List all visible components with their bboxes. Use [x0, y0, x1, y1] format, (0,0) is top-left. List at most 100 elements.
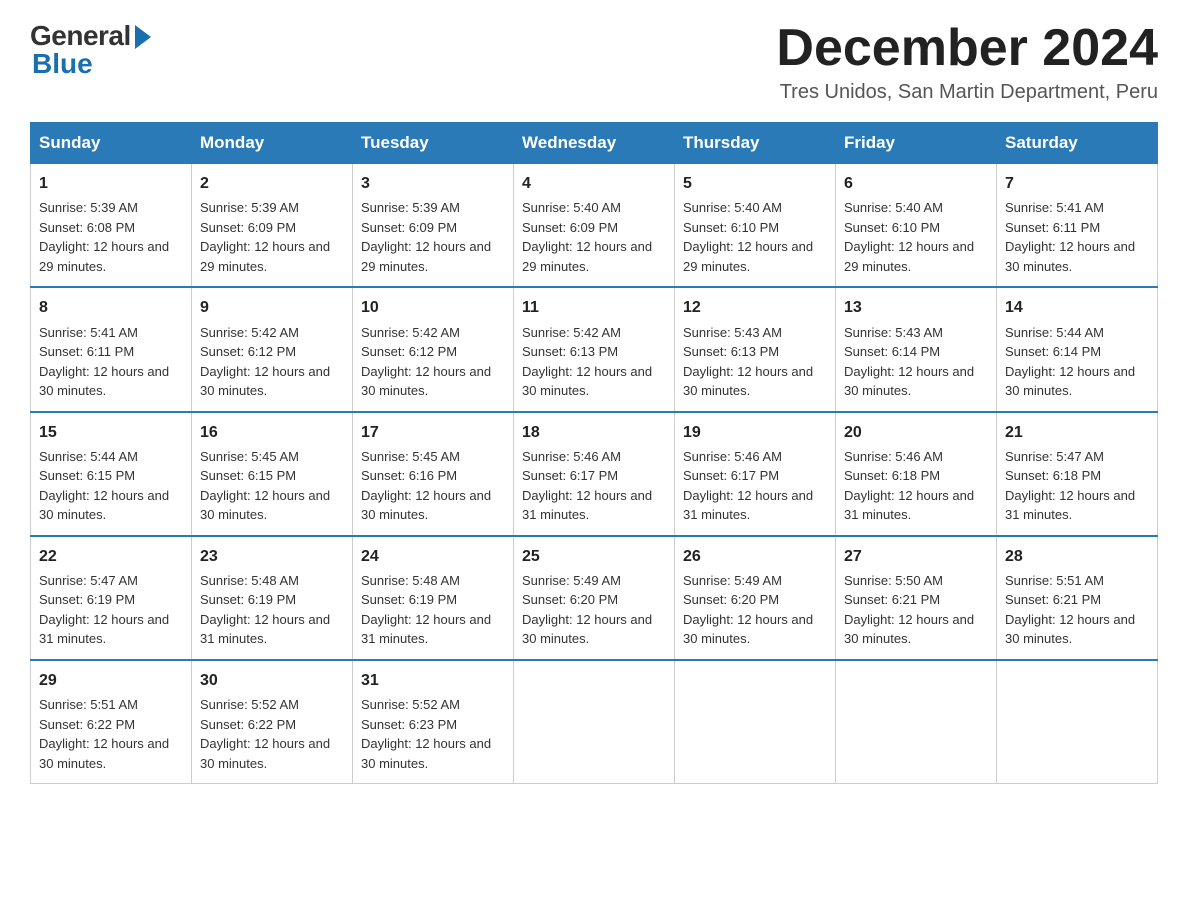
- calendar-week-row: 22Sunrise: 5:47 AMSunset: 6:19 PMDayligh…: [31, 536, 1158, 660]
- calendar-day-cell: 3 Sunrise: 5:39 AMSunset: 6:09 PMDaylight…: [353, 164, 514, 288]
- day-info: Sunrise: 5:44 AMSunset: 6:14 PMDaylight:…: [1005, 323, 1149, 401]
- day-info: Sunrise: 5:47 AMSunset: 6:18 PMDaylight:…: [1005, 447, 1149, 525]
- calendar-day-cell: 31Sunrise: 5:52 AMSunset: 6:23 PMDayligh…: [353, 660, 514, 784]
- day-number: 9: [200, 296, 344, 319]
- day-info: Sunrise: 5:49 AMSunset: 6:20 PMDaylight:…: [683, 571, 827, 649]
- calendar-day-cell: 30Sunrise: 5:52 AMSunset: 6:22 PMDayligh…: [192, 660, 353, 784]
- day-number: 16: [200, 421, 344, 444]
- calendar-day-cell: 19 Sunrise: 5:46 AMSunset: 6:17 PMDayligh…: [675, 412, 836, 536]
- day-info: Sunrise: 5:40 AMSunset: 6:09 PMDaylight:…: [522, 198, 666, 276]
- header-tuesday: Tuesday: [353, 123, 514, 164]
- calendar-day-cell: 11Sunrise: 5:42 AMSunset: 6:13 PMDayligh…: [514, 287, 675, 411]
- day-info: Sunrise: 5:44 AMSunset: 6:15 PMDaylight:…: [39, 447, 183, 525]
- day-number: 8: [39, 296, 183, 319]
- day-info: Sunrise: 5:52 AMSunset: 6:22 PMDaylight:…: [200, 695, 344, 773]
- day-number: 26: [683, 545, 827, 568]
- day-info: Sunrise: 5:52 AMSunset: 6:23 PMDaylight:…: [361, 695, 505, 773]
- calendar-day-cell: 8Sunrise: 5:41 AMSunset: 6:11 PMDaylight…: [31, 287, 192, 411]
- day-number: 19: [683, 421, 827, 444]
- day-number: 21: [1005, 421, 1149, 444]
- day-info: Sunrise: 5:49 AMSunset: 6:20 PMDaylight:…: [522, 571, 666, 649]
- logo-blue-text: Blue: [32, 48, 93, 80]
- calendar-day-cell: 13Sunrise: 5:43 AMSunset: 6:14 PMDayligh…: [836, 287, 997, 411]
- calendar-day-cell: 22Sunrise: 5:47 AMSunset: 6:19 PMDayligh…: [31, 536, 192, 660]
- day-info: Sunrise: 5:41 AMSunset: 6:11 PMDaylight:…: [1005, 198, 1149, 276]
- calendar-day-cell: 21 Sunrise: 5:47 AMSunset: 6:18 PMDayligh…: [997, 412, 1158, 536]
- calendar-week-row: 8Sunrise: 5:41 AMSunset: 6:11 PMDaylight…: [31, 287, 1158, 411]
- day-info: Sunrise: 5:45 AMSunset: 6:16 PMDaylight:…: [361, 447, 505, 525]
- calendar-week-row: 15 Sunrise: 5:44 AMSunset: 6:15 PMDayligh…: [31, 412, 1158, 536]
- day-number: 6: [844, 172, 988, 195]
- day-info: Sunrise: 5:50 AMSunset: 6:21 PMDaylight:…: [844, 571, 988, 649]
- calendar-day-cell: 9 Sunrise: 5:42 AMSunset: 6:12 PMDaylight…: [192, 287, 353, 411]
- day-info: Sunrise: 5:39 AMSunset: 6:09 PMDaylight:…: [361, 198, 505, 276]
- day-number: 15: [39, 421, 183, 444]
- calendar-day-cell: 23 Sunrise: 5:48 AMSunset: 6:19 PMDayligh…: [192, 536, 353, 660]
- calendar-day-cell: 24Sunrise: 5:48 AMSunset: 6:19 PMDayligh…: [353, 536, 514, 660]
- calendar-day-cell: 2Sunrise: 5:39 AMSunset: 6:09 PMDaylight…: [192, 164, 353, 288]
- weekday-header-row: Sunday Monday Tuesday Wednesday Thursday…: [31, 123, 1158, 164]
- calendar-day-cell: 4 Sunrise: 5:40 AMSunset: 6:09 PMDaylight…: [514, 164, 675, 288]
- logo: General Blue: [30, 20, 151, 80]
- day-info: Sunrise: 5:46 AMSunset: 6:17 PMDaylight:…: [522, 447, 666, 525]
- day-number: 18: [522, 421, 666, 444]
- day-info: Sunrise: 5:39 AMSunset: 6:08 PMDaylight:…: [39, 198, 183, 276]
- header-friday: Friday: [836, 123, 997, 164]
- day-info: Sunrise: 5:40 AMSunset: 6:10 PMDaylight:…: [844, 198, 988, 276]
- day-number: 14: [1005, 296, 1149, 319]
- location-subtitle: Tres Unidos, San Martin Department, Peru: [776, 81, 1158, 104]
- day-number: 27: [844, 545, 988, 568]
- day-number: 24: [361, 545, 505, 568]
- calendar-day-cell: 26 Sunrise: 5:49 AMSunset: 6:20 PMDayligh…: [675, 536, 836, 660]
- day-info: Sunrise: 5:40 AMSunset: 6:10 PMDaylight:…: [683, 198, 827, 276]
- header-monday: Monday: [192, 123, 353, 164]
- day-number: 20: [844, 421, 988, 444]
- day-number: 10: [361, 296, 505, 319]
- day-info: Sunrise: 5:51 AMSunset: 6:22 PMDaylight:…: [39, 695, 183, 773]
- day-info: Sunrise: 5:51 AMSunset: 6:21 PMDaylight:…: [1005, 571, 1149, 649]
- calendar-day-cell: 1 Sunrise: 5:39 AMSunset: 6:08 PMDaylight…: [31, 164, 192, 288]
- calendar-day-cell: 17 Sunrise: 5:45 AMSunset: 6:16 PMDayligh…: [353, 412, 514, 536]
- day-number: 17: [361, 421, 505, 444]
- day-info: Sunrise: 5:43 AMSunset: 6:14 PMDaylight:…: [844, 323, 988, 401]
- calendar-day-cell: [997, 660, 1158, 784]
- day-number: 1: [39, 172, 183, 195]
- calendar-day-cell: 15 Sunrise: 5:44 AMSunset: 6:15 PMDayligh…: [31, 412, 192, 536]
- title-area: December 2024 Tres Unidos, San Martin De…: [776, 20, 1158, 104]
- day-number: 7: [1005, 172, 1149, 195]
- logo-arrow-icon: [135, 25, 151, 49]
- header-wednesday: Wednesday: [514, 123, 675, 164]
- calendar-day-cell: 12Sunrise: 5:43 AMSunset: 6:13 PMDayligh…: [675, 287, 836, 411]
- day-number: 3: [361, 172, 505, 195]
- day-number: 4: [522, 172, 666, 195]
- calendar-day-cell: 18 Sunrise: 5:46 AMSunset: 6:17 PMDayligh…: [514, 412, 675, 536]
- day-info: Sunrise: 5:42 AMSunset: 6:12 PMDaylight:…: [361, 323, 505, 401]
- day-info: Sunrise: 5:45 AMSunset: 6:15 PMDaylight:…: [200, 447, 344, 525]
- header-saturday: Saturday: [997, 123, 1158, 164]
- day-info: Sunrise: 5:48 AMSunset: 6:19 PMDaylight:…: [200, 571, 344, 649]
- calendar-day-cell: 16 Sunrise: 5:45 AMSunset: 6:15 PMDayligh…: [192, 412, 353, 536]
- month-year-title: December 2024: [776, 20, 1158, 77]
- calendar-day-cell: 6 Sunrise: 5:40 AMSunset: 6:10 PMDaylight…: [836, 164, 997, 288]
- day-number: 22: [39, 545, 183, 568]
- calendar-table: Sunday Monday Tuesday Wednesday Thursday…: [30, 122, 1158, 784]
- calendar-day-cell: 25 Sunrise: 5:49 AMSunset: 6:20 PMDayligh…: [514, 536, 675, 660]
- day-info: Sunrise: 5:43 AMSunset: 6:13 PMDaylight:…: [683, 323, 827, 401]
- calendar-day-cell: 10 Sunrise: 5:42 AMSunset: 6:12 PMDayligh…: [353, 287, 514, 411]
- calendar-day-cell: [836, 660, 997, 784]
- calendar-day-cell: 28Sunrise: 5:51 AMSunset: 6:21 PMDayligh…: [997, 536, 1158, 660]
- day-info: Sunrise: 5:42 AMSunset: 6:12 PMDaylight:…: [200, 323, 344, 401]
- calendar-week-row: 29 Sunrise: 5:51 AMSunset: 6:22 PMDayligh…: [31, 660, 1158, 784]
- day-number: 2: [200, 172, 344, 195]
- day-number: 11: [522, 296, 666, 319]
- day-number: 29: [39, 669, 183, 692]
- day-info: Sunrise: 5:46 AMSunset: 6:17 PMDaylight:…: [683, 447, 827, 525]
- day-number: 25: [522, 545, 666, 568]
- day-info: Sunrise: 5:46 AMSunset: 6:18 PMDaylight:…: [844, 447, 988, 525]
- calendar-day-cell: 7 Sunrise: 5:41 AMSunset: 6:11 PMDaylight…: [997, 164, 1158, 288]
- day-number: 5: [683, 172, 827, 195]
- header-thursday: Thursday: [675, 123, 836, 164]
- calendar-day-cell: [675, 660, 836, 784]
- page-header: General Blue December 2024 Tres Unidos, …: [30, 20, 1158, 104]
- day-number: 23: [200, 545, 344, 568]
